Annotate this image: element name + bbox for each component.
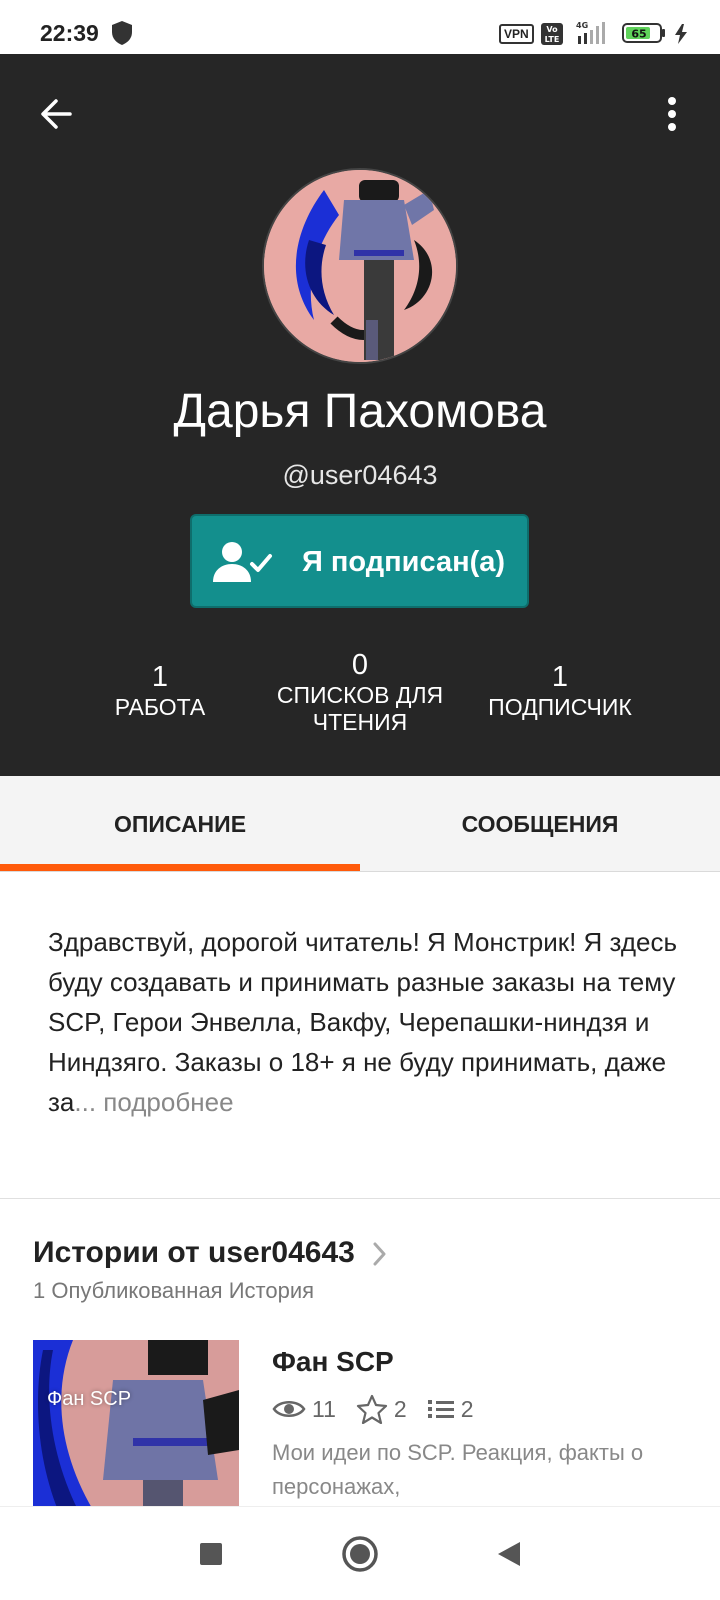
follow-button-label: Я подписан(а) bbox=[302, 546, 506, 578]
status-time: 22:39 bbox=[40, 20, 99, 46]
stat-value: 1 bbox=[551, 661, 569, 693]
charging-icon bbox=[674, 24, 688, 49]
story-votes: 2 bbox=[356, 1394, 407, 1424]
more-vertical-icon bbox=[668, 97, 676, 131]
story-views: 11 bbox=[272, 1396, 336, 1423]
home-circle-icon bbox=[342, 1536, 378, 1572]
display-name: Дарья Пахомова bbox=[173, 385, 547, 438]
profile-header: Дарья Пахомова @user04643 Я подписан(а) … bbox=[0, 54, 720, 776]
story-description: Мои идеи по SCP. Реакция, факты о персон… bbox=[272, 1440, 644, 1499]
profile-tabs: ОПИСАНИЕ СООБЩЕНИЯ bbox=[0, 776, 720, 872]
story-title[interactable]: Фан SCP bbox=[272, 1346, 394, 1378]
square-icon bbox=[200, 1543, 222, 1565]
read-more-link[interactable]: подробнее bbox=[103, 1087, 233, 1117]
parts-count: 2 bbox=[460, 1395, 474, 1422]
stat-label: ПОДПИСЧИК bbox=[488, 694, 632, 720]
story-cover-title: Фан SCP bbox=[47, 1388, 132, 1410]
shield-icon bbox=[110, 20, 134, 51]
more-options-button[interactable] bbox=[646, 88, 698, 140]
tab-description[interactable]: ОПИСАНИЕ bbox=[0, 776, 360, 872]
divider bbox=[0, 1198, 720, 1199]
stat-value: 0 bbox=[351, 649, 369, 681]
battery-icon: 65 bbox=[622, 22, 668, 49]
eye-icon bbox=[272, 1401, 306, 1417]
battery-level: 65 bbox=[631, 28, 646, 41]
svg-text:Vo: Vo bbox=[546, 25, 558, 34]
stories-section-title[interactable]: Истории от user04643 bbox=[33, 1236, 355, 1270]
svg-text:4G: 4G bbox=[576, 21, 588, 30]
list-icon bbox=[427, 1400, 454, 1418]
tab-messages[interactable]: СООБЩЕНИЯ bbox=[360, 776, 720, 872]
story-stats: 11 2 2 bbox=[272, 1394, 493, 1424]
user-check-icon bbox=[210, 538, 274, 591]
stat-value: 1 bbox=[151, 661, 169, 693]
stories-count: 1 Опубликованная История bbox=[33, 1278, 315, 1303]
username: @user04643 bbox=[282, 460, 438, 490]
follow-button[interactable]: Я подписан(а) bbox=[190, 514, 529, 608]
star-icon bbox=[356, 1394, 387, 1424]
description-ellipsis: ... bbox=[74, 1087, 97, 1117]
story-parts: 2 bbox=[427, 1395, 474, 1423]
views-count: 11 bbox=[312, 1395, 336, 1422]
stat-works[interactable]: 1 РАБОТА bbox=[60, 660, 260, 721]
stat-label: РАБОТА bbox=[114, 694, 206, 720]
system-nav-bar bbox=[0, 1506, 720, 1600]
volte-icon: Vo LTE bbox=[540, 22, 564, 51]
stat-label: СПИСКОВ ДЛЯ ЧТЕНИЯ bbox=[276, 682, 444, 735]
back-nav-button[interactable] bbox=[484, 1529, 534, 1579]
stat-followers[interactable]: 1 ПОДПИСЧИК bbox=[460, 660, 660, 721]
back-button[interactable] bbox=[30, 88, 82, 140]
signal-icon: 4G bbox=[574, 20, 614, 51]
profile-description: Здравствуй, дорогой читатель! Я Монстрик… bbox=[48, 922, 678, 1122]
arrow-left-icon bbox=[41, 99, 72, 129]
svg-text:LTE: LTE bbox=[545, 35, 560, 44]
stat-reading-lists[interactable]: 0 СПИСКОВ ДЛЯ ЧТЕНИЯ bbox=[260, 648, 460, 736]
recents-button[interactable] bbox=[186, 1529, 236, 1579]
story-cover[interactable]: Фан SCP bbox=[33, 1340, 239, 1510]
chevron-right-icon[interactable] bbox=[372, 1240, 388, 1273]
status-bar: 22:39 VPN Vo LTE 4G 65 bbox=[0, 0, 720, 54]
votes-count: 2 bbox=[393, 1395, 407, 1422]
triangle-back-icon bbox=[498, 1542, 520, 1566]
vpn-icon: VPN bbox=[499, 24, 534, 44]
home-button[interactable] bbox=[335, 1529, 385, 1579]
active-tab-indicator bbox=[0, 864, 360, 871]
avatar[interactable] bbox=[262, 168, 458, 364]
